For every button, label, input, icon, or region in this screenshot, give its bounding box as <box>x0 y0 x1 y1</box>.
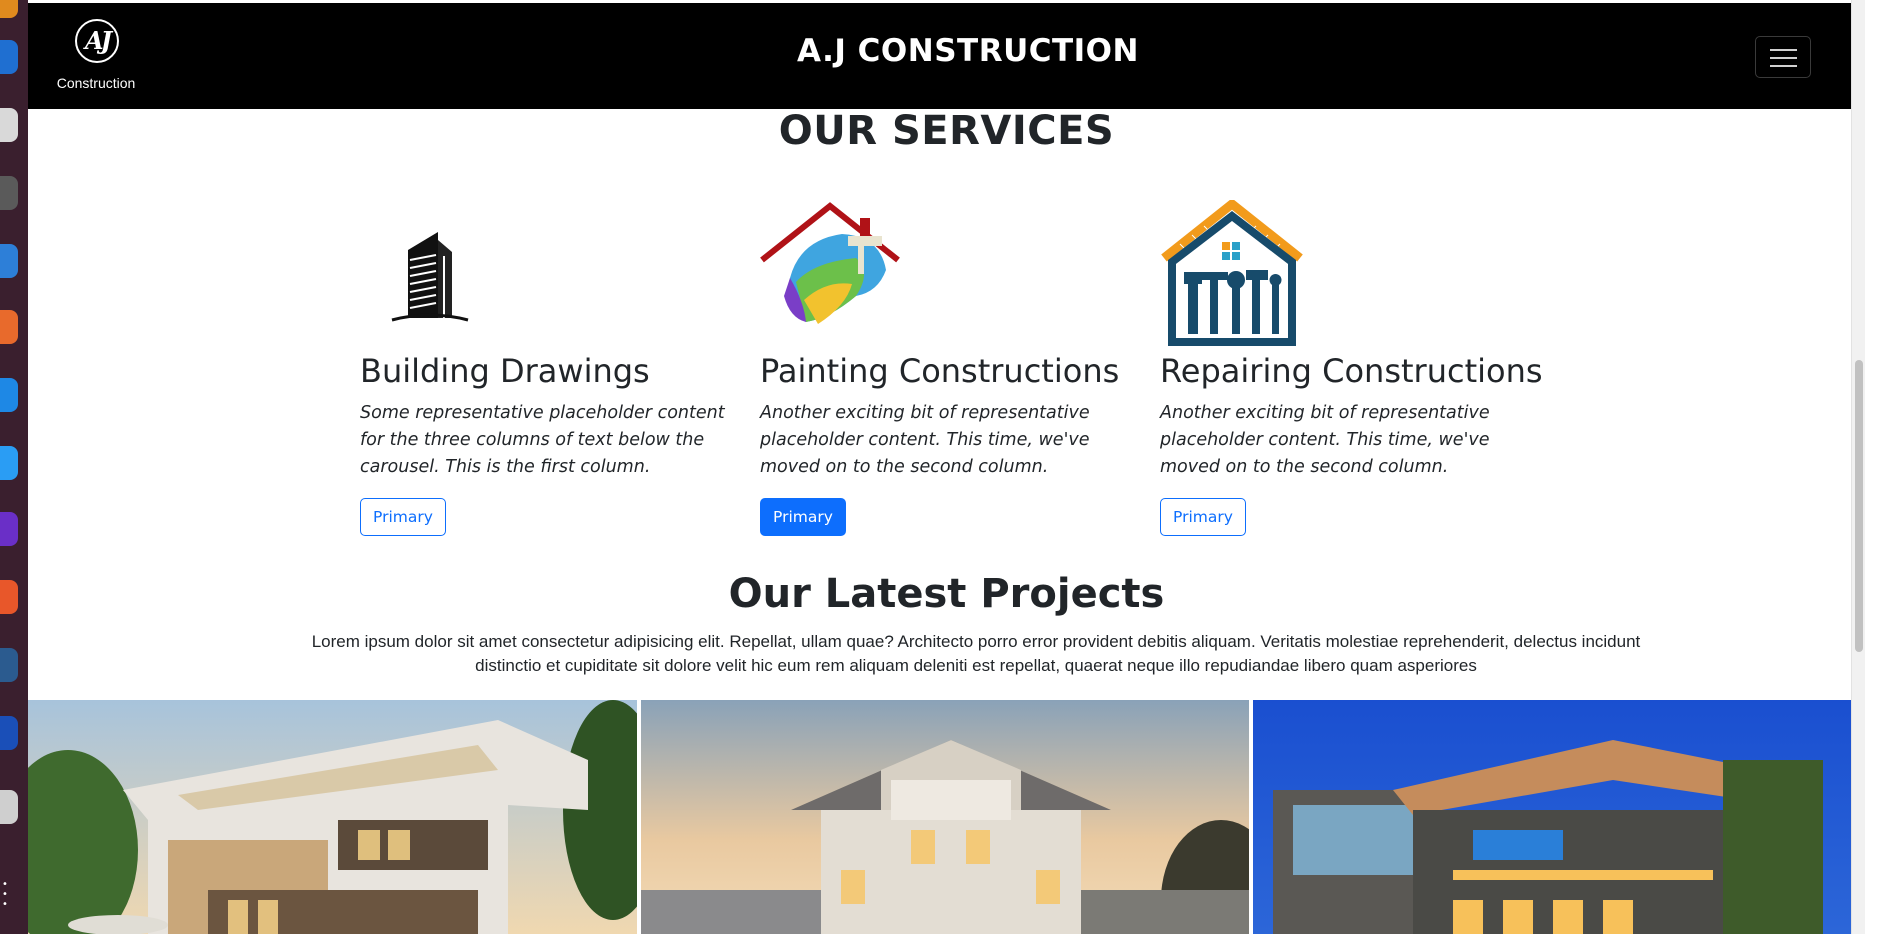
service-repairing-constructions: Repairing Constructions Another exciting… <box>1160 198 1550 536</box>
hamburger-menu-icon <box>1770 49 1797 51</box>
project-image[interactable] <box>28 700 637 934</box>
service-heading: Repairing Constructions <box>1160 352 1543 390</box>
hamburger-menu-icon <box>1770 57 1797 59</box>
navbar: AJ Construction A.J CONSTRUCTION <box>28 3 1865 109</box>
show-apps-icon[interactable]: • • • <box>2 880 12 914</box>
project-image[interactable] <box>641 700 1249 934</box>
hamburger-menu-icon <box>1770 65 1797 67</box>
project-image[interactable] <box>1253 700 1861 934</box>
primary-button[interactable]: Primary <box>1160 498 1246 536</box>
repair-house-icon <box>1160 198 1304 346</box>
skyscraper-icon <box>360 200 504 346</box>
projects-title: Our Latest Projects <box>728 571 1165 617</box>
webpage: AJ Construction A.J CONSTRUCTION OUR SER… <box>28 0 1865 934</box>
service-heading: Building Drawings <box>360 352 650 390</box>
dock-app-icon[interactable] <box>0 0 18 18</box>
navbar-toggler[interactable] <box>1755 36 1811 78</box>
service-heading: Painting Constructions <box>760 352 1120 390</box>
dock-app-icon[interactable] <box>0 310 18 344</box>
brand-title: A.J CONSTRUCTION <box>797 33 1139 69</box>
dock-app-icon[interactable] <box>0 446 18 480</box>
service-text: Some representative placeholder content … <box>360 403 725 477</box>
services-title: OUR SERVICES <box>778 108 1115 154</box>
dock-app-icon[interactable] <box>0 512 18 546</box>
service-painting-constructions: Painting Constructions Another exciting … <box>760 200 1150 536</box>
dock-app-icon[interactable] <box>0 378 18 412</box>
dock-app-icon[interactable] <box>0 244 18 278</box>
dock-app-icon[interactable] <box>0 580 18 614</box>
dock-app-icon[interactable] <box>0 790 18 824</box>
dock-app-icon[interactable] <box>0 108 18 142</box>
primary-button[interactable]: Primary <box>760 498 846 536</box>
paint-house-icon <box>760 200 904 346</box>
service-text: Another exciting bit of representative p… <box>1160 403 1490 477</box>
vertical-scrollbar[interactable] <box>1851 0 1865 934</box>
os-dock: • • • <box>0 0 28 934</box>
dock-app-icon[interactable] <box>0 176 18 210</box>
service-building-drawings: Building Drawings Some representative pl… <box>360 200 750 536</box>
scrollbar-thumb[interactable] <box>1855 360 1863 652</box>
dock-app-icon[interactable] <box>0 648 18 682</box>
dock-app-icon[interactable] <box>0 40 18 74</box>
logo-text: Construction <box>56 75 136 91</box>
primary-button[interactable]: Primary <box>360 498 446 536</box>
projects-description: Lorem ipsum dolor sit amet consectetur a… <box>311 632 1641 675</box>
service-text: Another exciting bit of representative p… <box>760 403 1090 477</box>
dock-app-icon[interactable] <box>0 716 18 750</box>
